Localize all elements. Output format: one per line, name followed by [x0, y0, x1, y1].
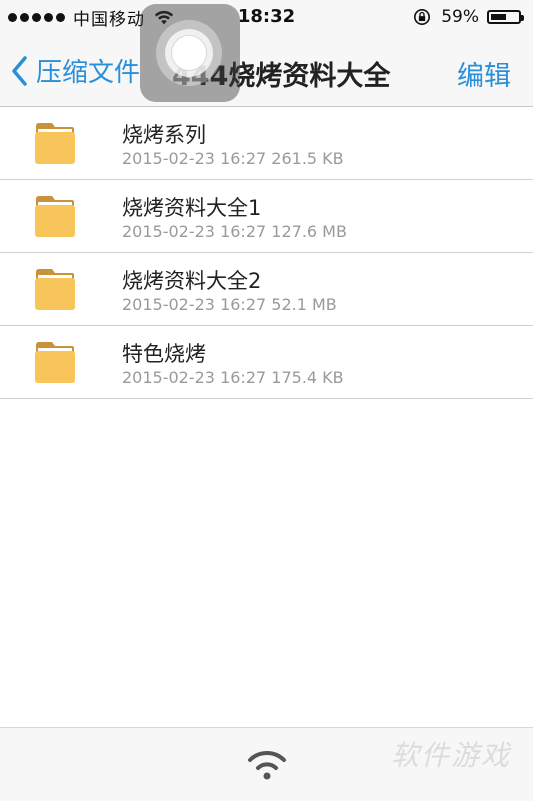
file-size: 127.6 MB: [271, 222, 347, 241]
navigation-bar: 压缩文件 444烧烤资料大全 编辑: [0, 34, 533, 107]
bottom-toolbar: 软件游戏: [0, 727, 533, 801]
file-date: 2015-02-23 16:27: [122, 222, 267, 241]
list-item[interactable]: 烧烤资料大全2 2015-02-23 16:27 52.1 MB: [0, 253, 533, 326]
file-list: 烧烤系列 2015-02-23 16:27 261.5 KB 烧烤资料大全1 2…: [0, 107, 533, 399]
list-item[interactable]: 特色烧烤 2015-02-23 16:27 175.4 KB: [0, 326, 533, 399]
folder-icon: [35, 269, 75, 310]
file-date: 2015-02-23 16:27: [122, 368, 267, 387]
file-meta: 2015-02-23 16:27 52.1 MB: [122, 295, 337, 314]
file-name: 烧烤资料大全1: [122, 196, 262, 220]
rotation-lock-icon: [414, 8, 431, 26]
edit-button[interactable]: 编辑: [457, 54, 511, 93]
assistive-touch-button[interactable]: [140, 4, 240, 102]
folder-icon: [35, 196, 75, 237]
list-item[interactable]: 烧烤系列 2015-02-23 16:27 261.5 KB: [0, 107, 533, 180]
watermark: 软件游戏: [390, 739, 511, 772]
status-right: 59%: [413, 6, 524, 28]
battery-percent: 59%: [441, 7, 479, 27]
file-meta: 2015-02-23 16:27 127.6 MB: [122, 222, 347, 241]
file-meta: 2015-02-23 16:27 175.4 KB: [122, 368, 344, 387]
file-name: 特色烧烤: [122, 342, 206, 366]
file-size: 175.4 KB: [271, 368, 344, 387]
status-bar: 中国移动 18:32 59%: [0, 0, 533, 34]
file-meta: 2015-02-23 16:27 261.5 KB: [122, 149, 344, 168]
file-size: 52.1 MB: [271, 295, 337, 314]
file-date: 2015-02-23 16:27: [122, 295, 267, 314]
file-size: 261.5 KB: [271, 149, 344, 168]
battery-icon: [487, 10, 524, 24]
file-name: 烧烤资料大全2: [122, 269, 262, 293]
battery-fill: [491, 14, 507, 20]
folder-icon: [35, 123, 75, 164]
list-item[interactable]: 烧烤资料大全1 2015-02-23 16:27 127.6 MB: [0, 180, 533, 253]
wifi-icon[interactable]: [245, 746, 289, 782]
file-date: 2015-02-23 16:27: [122, 149, 267, 168]
folder-icon: [35, 342, 75, 383]
back-button-label: 压缩文件: [36, 58, 141, 88]
chevron-left-icon: [12, 55, 27, 86]
back-button[interactable]: 压缩文件: [10, 52, 140, 89]
file-name: 烧烤系列: [122, 123, 206, 147]
